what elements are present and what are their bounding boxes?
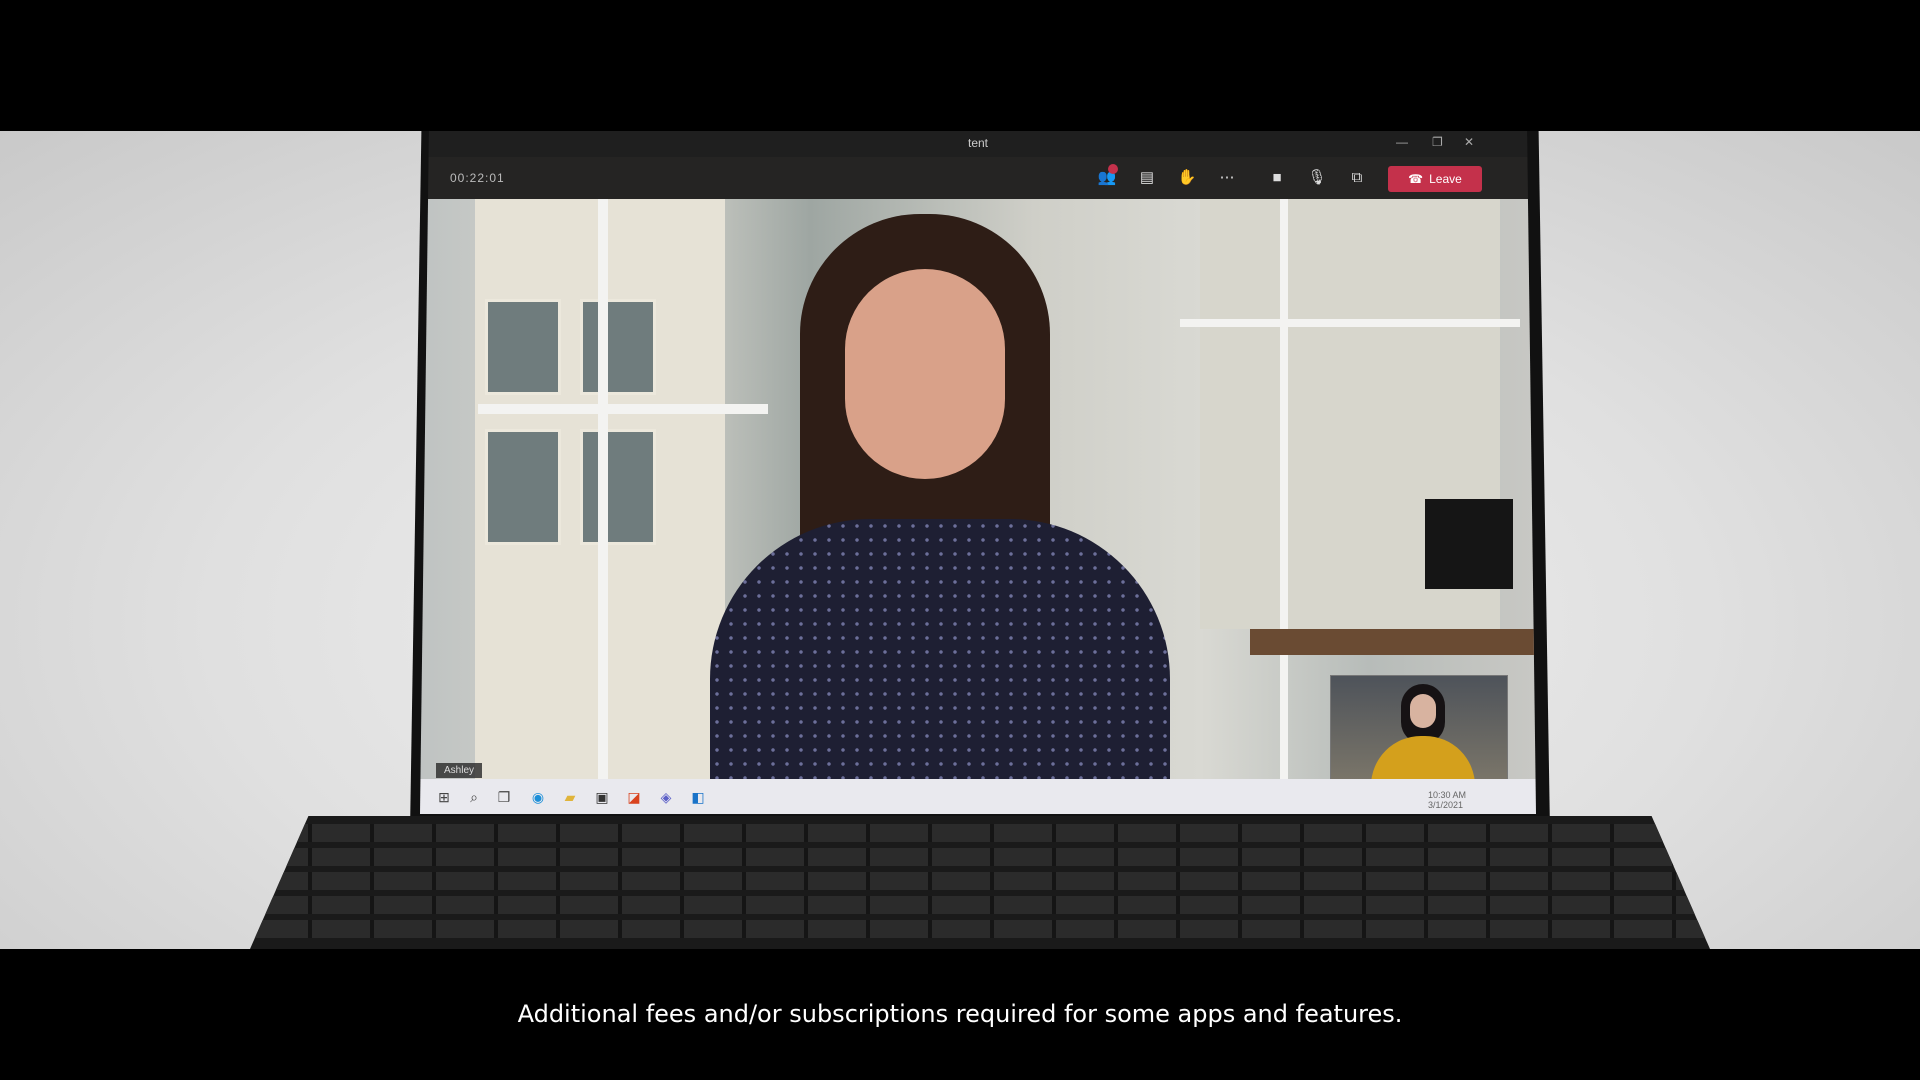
mic-icon[interactable]: 🎙 — [1306, 168, 1328, 188]
minimize-button[interactable]: — — [1396, 135, 1408, 149]
notification-badge — [1108, 164, 1118, 174]
start-icon[interactable]: ⊞ — [434, 787, 454, 807]
letterbox-top — [0, 0, 1920, 131]
key-row — [250, 848, 1710, 866]
meeting-toolbar: 00:22:01 👥 ▤ ✋ ⋯ ■ 🎙 ⧉ ☎ Leave — [420, 157, 1536, 199]
window-mullion — [598, 199, 608, 779]
edge-icon[interactable]: ◉ — [528, 787, 548, 807]
disclaimer-caption: Additional fees and/or subscriptions req… — [517, 1000, 1403, 1028]
window-mullion — [1180, 319, 1520, 327]
raise-hand-icon[interactable]: ✋ — [1176, 168, 1198, 188]
maximize-button[interactable]: ❐ — [1432, 135, 1443, 149]
self-view-face — [1410, 694, 1436, 728]
task-view-icon[interactable]: ❐ — [494, 787, 514, 807]
file-explorer-icon[interactable]: ▰ — [560, 787, 580, 807]
background-window — [485, 299, 561, 395]
window-title: tent — [967, 136, 988, 150]
teams-icon[interactable]: ◈ — [656, 787, 676, 807]
title-bar: tent — ❐ ✕ — [420, 131, 1536, 157]
more-icon[interactable]: ⋯ — [1216, 168, 1238, 188]
chat-icon[interactable]: ▤ — [1136, 168, 1158, 188]
background-monitor — [1425, 499, 1513, 589]
participant-body — [710, 519, 1170, 779]
background-window — [485, 429, 561, 545]
participants-icon[interactable]: 👥 — [1096, 164, 1118, 188]
store-icon[interactable]: ▣ — [592, 787, 612, 807]
search-icon[interactable]: ⌕ — [464, 787, 484, 807]
leave-label: Leave — [1429, 172, 1462, 186]
self-view-video[interactable] — [1330, 675, 1508, 779]
window-mullion — [478, 404, 768, 414]
taskbar: ⊞ ⌕ ❐ ◉ ▰ ▣ ◪ ◈ ◧ 10:30 AM 3/1/2021 — [420, 779, 1536, 814]
office-icon[interactable]: ◪ — [624, 787, 644, 807]
product-scene: tent — ❐ ✕ 00:22:01 👥 ▤ ✋ ⋯ ■ 🎙 ⧉ ☎ Leave — [0, 131, 1920, 949]
key-row — [250, 920, 1710, 938]
meeting-timer: 00:22:01 — [450, 171, 505, 185]
tray-time[interactable]: 10:30 AM — [1428, 790, 1466, 800]
type-cover-keyboard — [250, 816, 1710, 949]
share-icon[interactable]: ⧉ — [1346, 168, 1368, 188]
outlook-icon[interactable]: ◧ — [688, 787, 708, 807]
window-mullion — [1280, 199, 1288, 779]
self-view-body — [1371, 736, 1475, 779]
device-screen: tent — ❐ ✕ 00:22:01 👥 ▤ ✋ ⋯ ■ 🎙 ⧉ ☎ Leave — [420, 131, 1536, 814]
background-desk — [1250, 629, 1536, 655]
camera-icon[interactable]: ■ — [1266, 168, 1288, 188]
phone-icon: ☎ — [1408, 172, 1424, 186]
main-video: Ashley — [420, 199, 1536, 779]
tray-date[interactable]: 3/1/2021 — [1428, 800, 1463, 810]
key-row — [250, 872, 1710, 890]
key-row — [250, 896, 1710, 914]
participant-face — [845, 269, 1005, 479]
background-window — [580, 299, 656, 395]
participant-name-tag: Ashley — [436, 763, 483, 778]
close-button[interactable]: ✕ — [1464, 135, 1474, 149]
key-row — [250, 824, 1710, 842]
leave-button[interactable]: ☎ Leave — [1388, 166, 1482, 192]
background-window — [580, 429, 656, 545]
